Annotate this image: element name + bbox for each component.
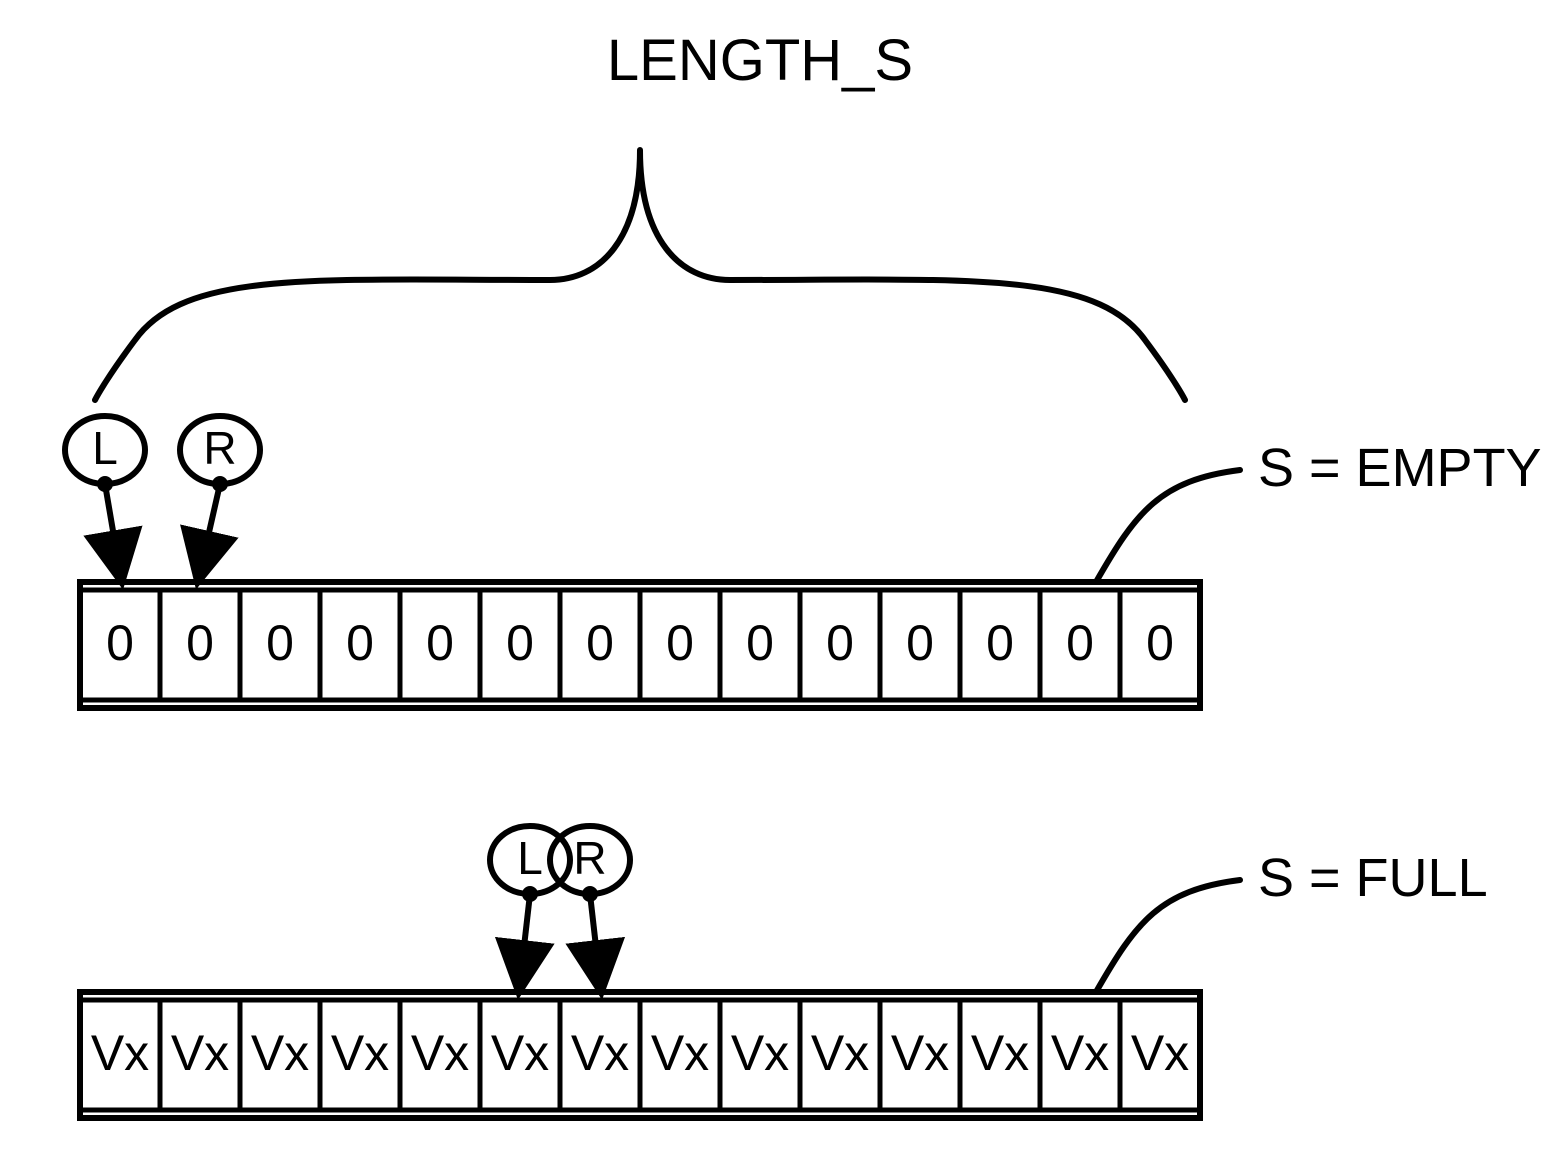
full-pointer-l-label: L [517,832,543,884]
full-pointer-l-arrow [520,894,530,982]
empty-array-cell-value: 0 [266,615,294,671]
full-array-cell-value: Vx [571,1025,629,1081]
empty-pointer-l-arrow [105,484,120,572]
full-pointer-r-label: R [573,832,606,884]
empty-pointer-r-label: R [203,422,236,474]
brace-length-s [95,150,1185,400]
full-array-cell-value: Vx [1051,1025,1109,1081]
full-array-cell-value: Vx [171,1025,229,1081]
full-array-cell-value: Vx [651,1025,709,1081]
full-state-hook [1096,880,1240,992]
empty-pointer-r-arrow [200,484,220,572]
full-array-cell-value: Vx [91,1025,149,1081]
empty-pointer-l-label: L [92,422,118,474]
empty-state-hook [1096,470,1240,582]
title-length-s: LENGTH_S [607,28,913,93]
full-array-cell-value: Vx [411,1025,469,1081]
empty-array-cell-value: 0 [346,615,374,671]
full-array-cell-value: Vx [331,1025,389,1081]
empty-array-cell-value: 0 [586,615,614,671]
empty-array-cell-value: 0 [986,615,1014,671]
empty-array-cell-value: 0 [1066,615,1094,671]
empty-array-cell-value: 0 [906,615,934,671]
empty-array-cell-value: 0 [826,615,854,671]
empty-array-cell-value: 0 [1146,615,1174,671]
full-array-cell-value: Vx [1131,1025,1189,1081]
full-array-cell-value: Vx [891,1025,949,1081]
empty-array-cell-value: 0 [506,615,534,671]
empty-array-cell-value: 0 [746,615,774,671]
full-array-cell-value: Vx [731,1025,789,1081]
empty-array-cell-value: 0 [186,615,214,671]
diagram-root: LENGTH_S00000000000000LRS = EMPTYVxVxVxV… [0,0,1559,1150]
empty-state-label: S = EMPTY [1258,438,1542,498]
empty-array-cell-value: 0 [426,615,454,671]
full-pointer-r-arrow [590,894,600,982]
empty-array-cell-value: 0 [666,615,694,671]
empty-array-cell-value: 0 [106,615,134,671]
full-array-cell-value: Vx [971,1025,1029,1081]
full-array-cell-value: Vx [251,1025,309,1081]
full-array-cell-value: Vx [491,1025,549,1081]
full-array-cell-value: Vx [811,1025,869,1081]
full-state-label: S = FULL [1258,848,1488,908]
